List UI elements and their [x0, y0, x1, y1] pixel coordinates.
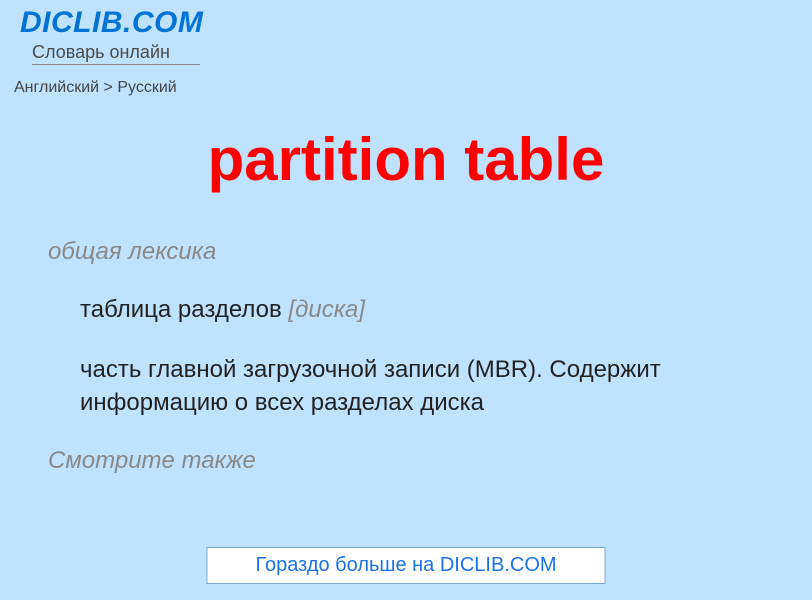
more-button[interactable]: Гораздо больше на DICLIB.COM: [206, 547, 605, 584]
description: часть главной загрузочной записи (MBR). …: [80, 354, 792, 419]
breadcrumb: Английский > Русский: [0, 65, 812, 97]
subtitle: Словарь онлайн: [32, 42, 812, 63]
breadcrumb-from[interactable]: Английский: [14, 79, 99, 96]
definition-qualifier: [диска]: [288, 296, 365, 323]
subtitle-wrap: Словарь онлайн: [32, 42, 812, 65]
definition-main: таблица разделов: [80, 296, 288, 323]
site-title[interactable]: DICLIB.COM: [20, 6, 812, 40]
entry-title: partition table: [0, 125, 812, 194]
definition: таблица разделов [диска]: [80, 294, 792, 326]
content: общая лексика таблица разделов [диска] ч…: [0, 194, 812, 475]
breadcrumb-to[interactable]: Русский: [117, 79, 176, 96]
see-also-label: Смотрите также: [48, 447, 792, 475]
breadcrumb-separator: >: [104, 79, 113, 96]
category-label: общая лексика: [48, 238, 792, 266]
header: DICLIB.COM Словарь онлайн: [0, 0, 812, 65]
